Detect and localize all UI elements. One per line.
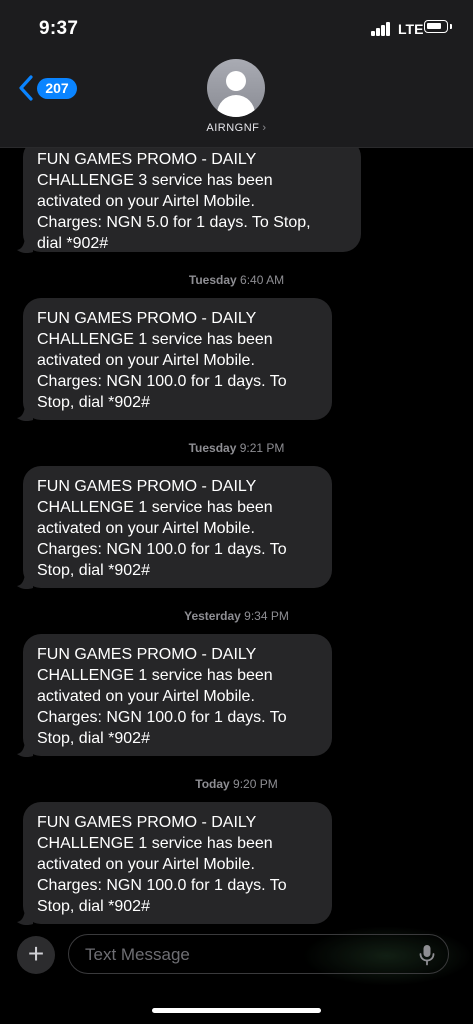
contact-name: AIRNGNF [206, 122, 260, 134]
home-indicator[interactable] [152, 1008, 321, 1013]
bubble-tail [17, 574, 33, 590]
message-bubble[interactable]: FUN GAMES PROMO - DAILY CHALLENGE 1 serv… [23, 802, 332, 924]
network-type: LTE [398, 21, 424, 37]
message-thread[interactable]: FUN GAMES PROMO - DAILY CHALLENGE 3 serv… [0, 0, 473, 1024]
message-line: dial *902# [37, 235, 109, 252]
text-message-field[interactable] [68, 934, 449, 974]
message-line: CHALLENGE 1 service has been [37, 331, 273, 348]
bubble-tail [17, 406, 33, 422]
contact-avatar[interactable] [207, 59, 265, 117]
message-line: Charges: NGN 100.0 for 1 days. To [37, 373, 287, 390]
timestamp: Tuesday 9:21 PM [188, 441, 285, 455]
contact-name-button[interactable]: AIRNGNF › [0, 122, 473, 134]
message-line: FUN GAMES PROMO - DAILY [37, 310, 257, 327]
message-line: Stop, dial *902# [37, 730, 150, 747]
message-line: Stop, dial *902# [37, 898, 150, 915]
microphone-icon[interactable] [417, 944, 437, 966]
message-line: Stop, dial *902# [37, 562, 150, 579]
message-bubble[interactable]: FUN GAMES PROMO - DAILY CHALLENGE 1 serv… [23, 298, 332, 420]
timestamp: Yesterday 9:34 PM [184, 609, 289, 623]
message-line: Charges: NGN 5.0 for 1 days. To Stop, [37, 214, 311, 231]
message-line: activated on your Airtel Mobile. [37, 856, 255, 873]
message-line: CHALLENGE 1 service has been [37, 667, 273, 684]
message-bubble[interactable]: FUN GAMES PROMO - DAILY CHALLENGE 1 serv… [23, 634, 332, 756]
bubble-tail [17, 910, 33, 926]
chevron-left-icon [19, 75, 33, 101]
message-line: CHALLENGE 1 service has been [37, 499, 273, 516]
status-bar: 9:37 LTE [0, 0, 473, 56]
timestamp: Tuesday 6:40 AM [188, 273, 285, 287]
message-line: Charges: NGN 100.0 for 1 days. To [37, 877, 287, 894]
text-message-input[interactable] [83, 942, 407, 968]
message-bubble[interactable]: FUN GAMES PROMO - DAILY CHALLENGE 3 serv… [23, 139, 361, 252]
chevron-right-icon: › [262, 122, 267, 134]
status-time: 9:37 [39, 18, 79, 39]
message-line: activated on your Airtel Mobile. [37, 520, 255, 537]
message-line: FUN GAMES PROMO - DAILY [37, 814, 257, 831]
unread-count-badge[interactable]: 207 [37, 78, 77, 99]
bubble-tail [17, 238, 33, 254]
message-line: Charges: NGN 100.0 for 1 days. To [37, 541, 287, 558]
message-line: activated on your Airtel Mobile. [37, 352, 255, 369]
conversation-header: 9:37 LTE 207 AIRNGNF › [0, 0, 473, 148]
apps-plus-button[interactable]: + [17, 936, 55, 974]
cellular-signal-icon [371, 22, 393, 36]
message-line: FUN GAMES PROMO - DAILY [37, 478, 257, 495]
person-icon [226, 71, 246, 91]
message-bubble[interactable]: FUN GAMES PROMO - DAILY CHALLENGE 1 serv… [23, 466, 332, 588]
battery-icon [424, 20, 452, 33]
message-line: Charges: NGN 100.0 for 1 days. To [37, 709, 287, 726]
message-line: activated on your Airtel Mobile. [37, 193, 255, 210]
message-line: FUN GAMES PROMO - DAILY [37, 151, 257, 168]
message-line: activated on your Airtel Mobile. [37, 688, 255, 705]
message-line: Stop, dial *902# [37, 394, 150, 411]
message-line: FUN GAMES PROMO - DAILY [37, 646, 257, 663]
bubble-tail [17, 742, 33, 758]
message-line: CHALLENGE 1 service has been [37, 835, 273, 852]
timestamp: Today 9:20 PM [195, 777, 278, 791]
message-line: CHALLENGE 3 service has been [37, 172, 273, 189]
